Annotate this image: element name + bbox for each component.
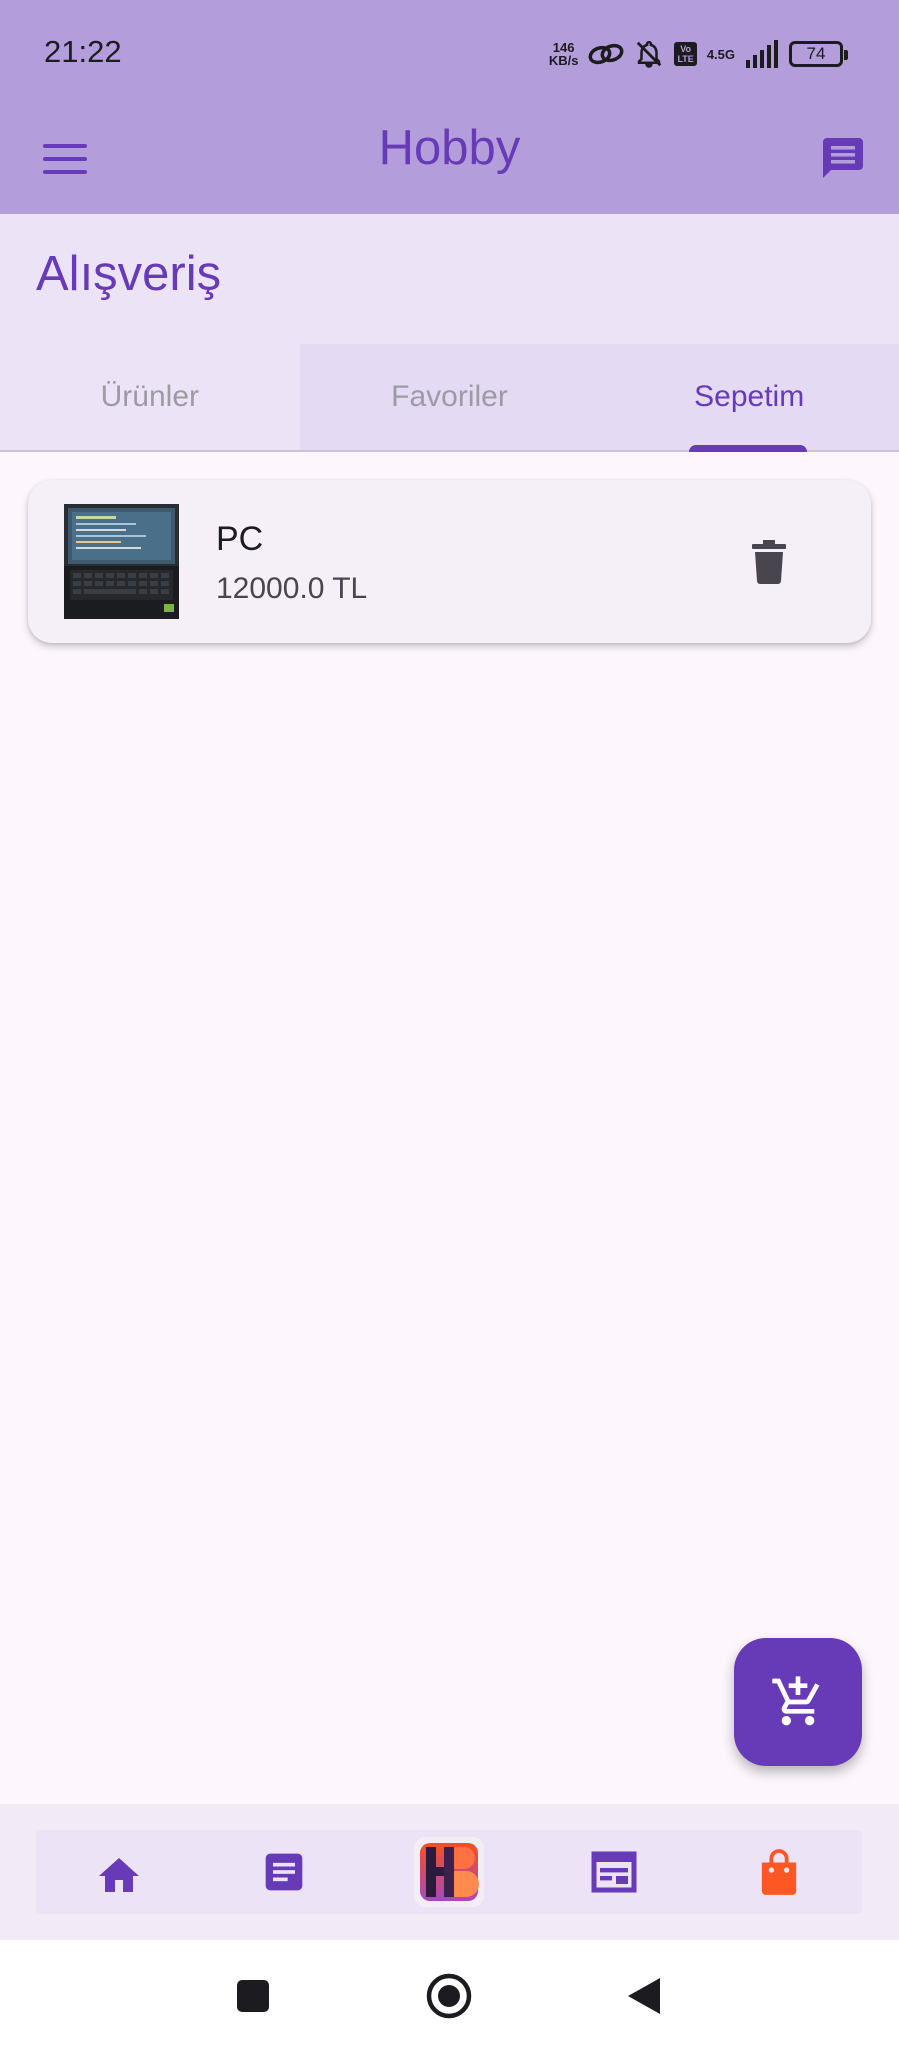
delete-button[interactable] [745, 536, 793, 588]
calendar-view-icon [591, 1851, 637, 1893]
network-type: 4.5G [706, 46, 735, 62]
tab-label: Favoriler [391, 380, 508, 413]
add-to-cart-fab[interactable] [734, 1638, 862, 1766]
volte-badge: Vo LTE [674, 42, 697, 66]
chat-icon [823, 138, 863, 178]
bottom-nav [36, 1830, 862, 1914]
app-title: Hobby [378, 121, 521, 175]
tab-favorites[interactable]: Favoriler [300, 344, 600, 450]
status-icons: 146 KB/s Vo LTE 4.5G 74 [549, 34, 848, 74]
system-nav-bar [0, 1940, 899, 2048]
tab-bar: Ürünler Favoriler Sepetim [0, 344, 899, 452]
app-bar: Hobby [0, 108, 899, 214]
recents-button[interactable] [227, 1970, 279, 2022]
status-time: 21:22 [44, 34, 122, 69]
laptop-photo [64, 504, 179, 619]
back-triangle-icon [628, 1978, 660, 2014]
bell-off-icon [637, 40, 662, 68]
network-speed-unit: KB/s [548, 53, 579, 68]
article-icon [265, 1853, 303, 1891]
shopping-bag-icon [762, 1849, 797, 1895]
page-header: Alışveriş [0, 214, 899, 344]
tab-cart[interactable]: Sepetim [599, 344, 899, 452]
product-image [64, 504, 179, 619]
signal-icon [746, 40, 778, 68]
chat-button[interactable] [811, 126, 875, 190]
home-circle-icon [426, 1973, 472, 2019]
product-price: 12000.0 TL [216, 572, 368, 605]
tab-label: Ürünler [100, 380, 200, 413]
home-icon [98, 1858, 139, 1892]
network-speed: 146 KB/s [549, 41, 579, 67]
back-button[interactable] [618, 1970, 670, 2022]
tab-indicator [689, 445, 808, 452]
tab-products[interactable]: Ürünler [0, 344, 300, 450]
link-icon [589, 43, 624, 65]
nav-shopping[interactable] [739, 1832, 819, 1912]
cart-item-card[interactable]: PC 12000.0 TL [28, 480, 871, 643]
status-bar: 21:22 146 KB/s Vo LTE 4.5G 74 [0, 0, 899, 108]
nav-articles[interactable] [244, 1832, 324, 1912]
home-system-button[interactable] [423, 1970, 475, 2022]
volte-top: Vo [680, 44, 692, 54]
trash-icon [752, 540, 786, 584]
tab-label: Sepetim [694, 380, 805, 413]
battery-icon: 74 [789, 41, 848, 67]
recents-square-icon [237, 1980, 269, 2012]
nav-hobby[interactable] [409, 1832, 489, 1912]
add-shopping-cart-icon [772, 1676, 820, 1726]
battery-level: 74 [806, 44, 826, 63]
network-group: 4.5G [707, 48, 735, 61]
nav-events[interactable] [574, 1832, 654, 1912]
nav-home[interactable] [79, 1832, 159, 1912]
product-name: PC [216, 520, 264, 558]
page-title: Alışveriş [36, 247, 222, 301]
hobby-logo [413, 1837, 484, 1907]
volte-bottom: LTE [677, 54, 694, 64]
